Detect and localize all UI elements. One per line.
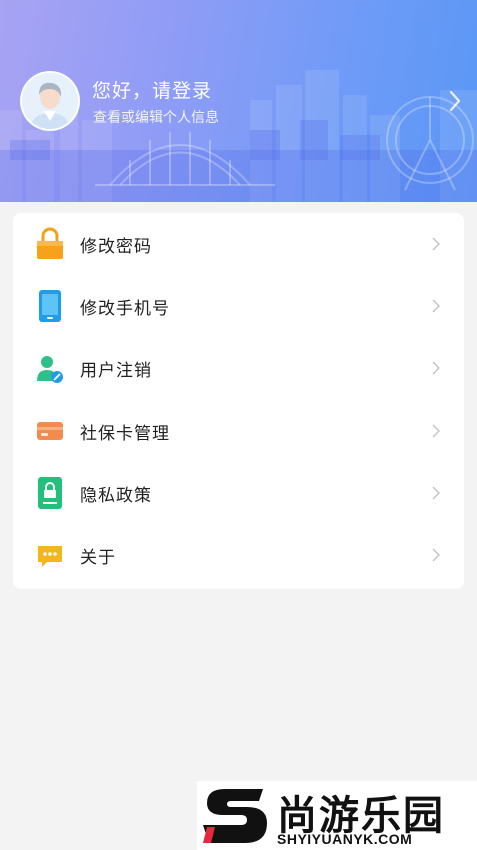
watermark-brand-en: SHYIYUANYK.COM: [277, 831, 413, 847]
menu-item-user-deregistration[interactable]: 用户注销: [13, 337, 464, 399]
menu-item-change-phone[interactable]: 修改手机号: [13, 275, 464, 337]
menu-item-label: 修改密码: [80, 237, 152, 257]
user-cancel-icon: [37, 356, 63, 383]
menu-item-label: 用户注销: [80, 361, 152, 381]
menu-item-label: 隐私政策: [80, 486, 152, 506]
profile-header: 您好，请登录 查看或编辑个人信息: [0, 0, 477, 202]
chevron-right-icon: [432, 361, 440, 375]
avatar[interactable]: [20, 71, 80, 131]
chevron-right-icon: [432, 424, 440, 438]
phone-icon: [39, 290, 61, 322]
menu-item-change-password[interactable]: 修改密码: [13, 213, 464, 275]
chevron-right-icon: [432, 237, 440, 251]
social-security-card-icon: [37, 422, 63, 440]
profile-subtitle: 查看或编辑个人信息: [93, 110, 219, 126]
menu-item-label: 关于: [80, 548, 116, 568]
login-profile-row[interactable]: 您好，请登录 查看或编辑个人信息: [0, 62, 477, 142]
lock-icon: [37, 227, 63, 259]
s-logo-icon: [203, 789, 267, 843]
chevron-right-icon: [432, 548, 440, 562]
menu-item-privacy-policy[interactable]: 隐私政策: [13, 462, 464, 524]
default-avatar-icon: [22, 73, 78, 129]
chevron-right-icon[interactable]: [449, 90, 461, 112]
login-greeting[interactable]: 您好，请登录: [92, 76, 212, 103]
menu-item-label: 修改手机号: [80, 299, 170, 319]
menu-item-social-security-card[interactable]: 社保卡管理: [13, 400, 464, 462]
chevron-right-icon: [432, 299, 440, 313]
privacy-policy-icon: [38, 477, 62, 509]
site-watermark: 尚游乐园 SHYIYUANYK.COM: [197, 781, 477, 850]
menu-item-label: 社保卡管理: [80, 424, 170, 444]
about-chat-icon: [38, 546, 62, 567]
menu-item-about[interactable]: 关于: [13, 524, 464, 586]
chevron-right-icon: [432, 486, 440, 500]
settings-menu-card: 修改密码 修改手机号 用户注销 社保卡管理 隐私政策 关于: [13, 213, 464, 589]
